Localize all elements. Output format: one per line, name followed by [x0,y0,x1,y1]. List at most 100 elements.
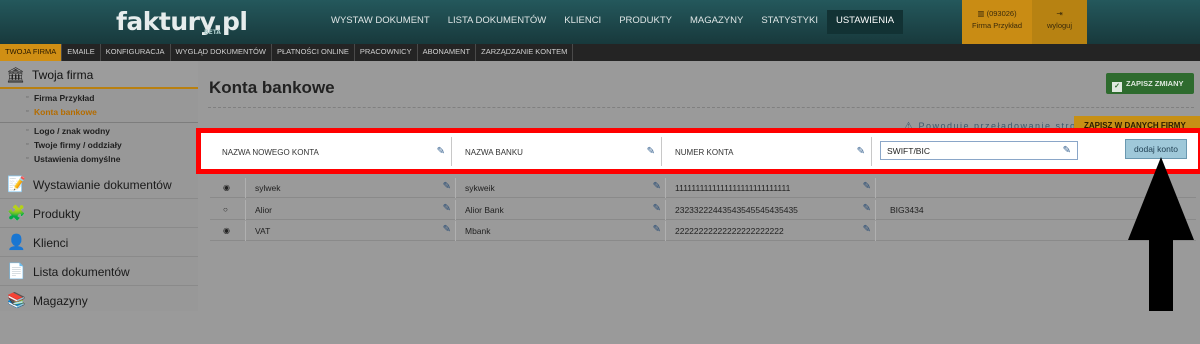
nav-ustawienia[interactable]: USTAWIENIA [826,10,904,34]
pencil-icon[interactable]: ✎ [863,203,871,214]
pencil-icon[interactable]: ✎ [443,203,451,214]
bullet-icon: ▫ [26,94,29,101]
main-nav: WYSTAW DOKUMENT LISTA DOKUMENTÓW KLIENCI… [322,10,904,34]
subnav-platnosci-online[interactable]: PŁATNOŚCI ONLINE [272,44,355,61]
bank-icon: 🏛 [6,67,26,84]
subnav-wyglad-dokumentow[interactable]: WYGLĄD DOKUMENTÓW [171,44,272,61]
annotation-arrow-icon [1128,157,1194,328]
nav-magazyny[interactable]: MAGAZYNY [681,10,752,34]
account-number: 22222222222222222222222 [675,226,784,236]
swift-value: BIG3434 [890,205,924,215]
new-swift-cell: SWIFT/BIC ✎ [876,137,1086,166]
logout-button[interactable]: ⇥ wyloguj [1032,0,1087,44]
account-number: 23233222443543545545435435 [675,205,798,215]
sidebar-item-label: Konta bankowe [34,107,97,117]
bank-name-cell[interactable]: Alior Bank ✎ [456,200,666,220]
subnav-abonament[interactable]: ABONAMENT [418,44,477,61]
firm-id: (093026) [986,9,1017,18]
pencil-icon[interactable]: ✎ [653,224,661,235]
bank-name: sykweik [465,183,495,193]
swift-input-value: SWIFT/BIC [887,146,930,156]
bank-name: Alior Bank [465,205,504,215]
sidebar-item-label: Firma Przykład [34,93,95,103]
sidebar-head-label: Twoja firma [32,68,94,82]
sidebar-section-label: Wystawianie dokumentów [33,178,172,192]
bottom-area [0,311,1200,344]
bank-name: Mbank [465,226,491,236]
bullet-icon: ▫ [26,141,29,148]
nav-wystaw-dokument[interactable]: WYSTAW DOKUMENT [322,10,439,34]
new-account-name-cell[interactable]: NAZWA NOWEGO KONTA ✎ [209,137,452,166]
firm-name: Firma Przykład [971,21,1022,30]
nav-statystyki[interactable]: STATYSTYKI [752,10,827,34]
firm-switcher[interactable]: ▥ (093026) Firma Przykład [962,0,1032,44]
sidebar-section-klienci[interactable]: 👤 Klienci [0,228,198,257]
puzzle-icon: 🧩 [7,205,26,222]
new-account-name-placeholder: NAZWA NOWEGO KONTA [222,148,319,157]
pencil-icon[interactable]: ✎ [863,224,871,235]
bullet-icon: ▫ [26,155,29,162]
account-name-cell[interactable]: VAT ✎ [246,221,456,241]
new-account-row-highlight: NAZWA NOWEGO KONTA ✎ NAZWA BANKU ✎ NUMER… [196,128,1200,174]
subnav-twoja-firma[interactable]: TWOJA FIRMA [0,44,63,61]
account-number-cell[interactable]: 1111111111111111111111111111 ✎ [666,178,876,198]
account-number-cell[interactable]: 23233222443543545545435435 ✎ [666,200,876,220]
sidebar-item-logo[interactable]: ▫ Logo / znak wodny [0,125,198,139]
nav-produkty[interactable]: PRODUKTY [610,10,681,34]
subnav-pracownicy[interactable]: PRACOWNICY [355,44,418,61]
sidebar-item-ustawienia-domyslne[interactable]: ▫ Ustawienia domyślne [0,153,198,167]
save-changes-button[interactable]: ✓ ZAPISZ ZMIANY [1106,73,1194,94]
account-name-cell[interactable]: Alior ✎ [246,200,456,220]
pencil-icon[interactable]: ✎ [443,181,451,192]
new-bank-name-placeholder: NAZWA BANKU [465,148,523,157]
app-logo[interactable]: faktury.pl BETA [116,7,248,36]
sidebar-section-label: Produkty [33,207,81,221]
pencil-icon[interactable]: ✎ [443,224,451,235]
logo-beta: BETA [204,29,221,36]
sidebar-item-konta-bankowe[interactable]: ▫ Konta bankowe [0,106,198,120]
nav-lista-dokumentow[interactable]: LISTA DOKUMENTÓW [439,10,556,34]
swift-input[interactable]: SWIFT/BIC ✎ [880,141,1078,160]
row-select-cell[interactable]: ◉ [210,221,246,241]
new-account-number-cell[interactable]: NUMER KONTA ✎ [662,137,872,166]
pencil-icon[interactable]: ✎ [653,203,661,214]
row-select-cell[interactable]: ○ [210,200,246,220]
sidebar-section-produkty[interactable]: 🧩 Produkty [0,199,198,228]
bullet-icon: ▫ [26,127,29,134]
logout-label: wyloguj [1046,21,1072,30]
sidebar-section-label: Lista dokumentów [33,265,130,279]
user-icon: 👤 [7,234,26,251]
sidebar-section-label: Magazyny [33,294,88,308]
sidebar-section-wystawianie[interactable]: 📝 Wystawianie dokumentów [0,170,198,199]
page-title: Konta bankowe [209,78,335,97]
sidebar-item-firma-przyklad[interactable]: ▫ Firma Przykład [0,92,198,106]
sidebar-head-twoja-firma[interactable]: 🏛 Twoja firma [0,61,198,89]
subnav-zarzadzanie-kontem[interactable]: ZARZĄDZANIE KONTEM [476,44,574,61]
pencil-icon[interactable]: ✎ [863,181,871,192]
row-select-cell[interactable]: ◉ [210,178,246,198]
account-name: VAT [255,226,271,236]
sidebar-section-lista-dokumentow[interactable]: 📄 Lista dokumentów [0,257,198,286]
table-row: ◉ sylwek ✎ sykweik ✎ 111111111111111111111… [210,178,1196,198]
bullet-icon: ▫ [26,108,29,115]
account-number-cell[interactable]: 22222222222222222222222 ✎ [666,221,876,241]
table-row: ○ Alior ✎ Alior Bank ✎ 2323322244354354554… [210,200,1196,220]
table-row: ◉ VAT ✎ Mbank ✎ 22222222222222222222222 ✎ [210,221,1196,241]
sidebar-item-twoje-firmy[interactable]: ▫ Twoje firmy / oddziały [0,139,198,153]
save-changes-label: ZAPISZ ZMIANY [1126,79,1184,88]
account-name: sylwek [255,183,281,193]
sidebar-divider [0,122,198,123]
settings-subnav: TWOJA FIRMA EMAILE KONFIGURACJA WYGLĄD D… [0,44,1200,61]
new-bank-name-cell[interactable]: NAZWA BANKU ✎ [452,137,662,166]
top-header: faktury.pl BETA WYSTAW DOKUMENT LISTA DO… [0,0,1200,44]
radio-checked-icon: ◉ [223,226,230,235]
warehouse-icon: 📚 [7,292,26,309]
bank-name-cell[interactable]: sykweik ✎ [456,178,666,198]
account-number: 1111111111111111111111111111 [675,183,791,193]
subnav-emaile[interactable]: EMAILE [62,44,101,61]
subnav-konfiguracja[interactable]: KONFIGURACJA [101,44,171,61]
account-name-cell[interactable]: sylwek ✎ [246,178,456,198]
bank-name-cell[interactable]: Mbank ✎ [456,221,666,241]
pencil-icon[interactable]: ✎ [653,181,661,192]
nav-klienci[interactable]: KLIENCI [555,10,610,34]
